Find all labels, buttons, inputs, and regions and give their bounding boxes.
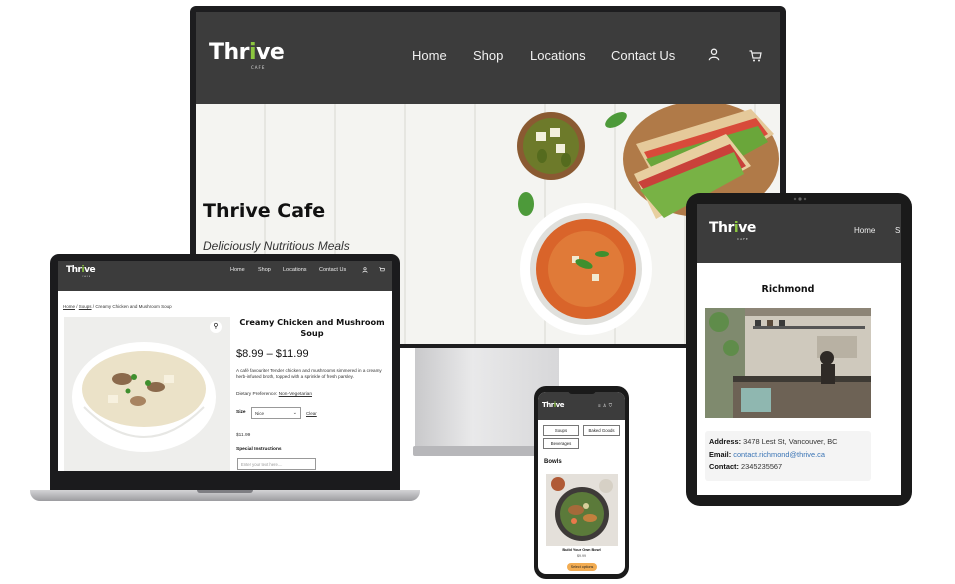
location-info-card: Address: 3478 Lest St, Vancouver, BC Ema… (705, 431, 871, 481)
select-options-button[interactable]: Select options (567, 563, 597, 571)
logo-text: Thr (66, 265, 82, 275)
logo-text: Thr (209, 40, 250, 65)
laptop-screen: Thrive CAFE Home Shop Locations Contact … (58, 261, 392, 471)
site-logo[interactable]: Thrive (209, 40, 285, 65)
size-select[interactable]: Nice ⌄ (251, 407, 301, 419)
size-label: Size (236, 410, 246, 415)
price-range: $8.99 – $11.99 (236, 348, 309, 360)
logo-subtitle: CAFE (251, 65, 266, 70)
logo-text: Thr (709, 220, 734, 236)
product-image[interactable] (546, 474, 618, 546)
laptop-notch (197, 490, 253, 493)
contact-label: Contact: (709, 462, 739, 472)
zoom-icon[interactable]: ⚲ (210, 321, 222, 333)
special-instructions-label: Special Instructions (236, 447, 282, 452)
nav-locations[interactable]: Locations (283, 267, 307, 273)
site-header: Thrive ≡♙⛉ (538, 392, 625, 420)
address-label: Address: (709, 437, 742, 446)
dietary-link[interactable]: Non-Vegetarian (279, 392, 312, 397)
hero-subtitle: Deliciously Nutritious Meals (203, 239, 350, 253)
contact-line: Contact: 2345235567 (709, 461, 867, 474)
breadcrumb-current: Creamy Chicken and Mushroom Soup (95, 304, 172, 309)
email-label: Email: (709, 449, 732, 459)
user-icon[interactable] (708, 48, 720, 66)
location-title: Richmond (761, 284, 815, 295)
phone-notch (568, 389, 596, 394)
logo-text-end: ve (555, 401, 565, 409)
product-image[interactable] (64, 317, 230, 471)
cart-icon[interactable] (379, 267, 385, 275)
dietary-preference: Dietary Preference: Non-Vegetarian (236, 392, 312, 397)
logo-text-end: ve (738, 220, 756, 236)
address-line: Address: 3478 Lest St, Vancouver, BC (709, 436, 867, 449)
email-link[interactable]: contact.richmond@thrive.ca (733, 450, 825, 459)
product-description: A café favourite! Tender chicken and mus… (236, 368, 382, 379)
tablet-screen: Thrive CAFE Home S Richmond Address: 347… (697, 204, 901, 495)
header-icons: ≡♙⛉ (598, 403, 614, 409)
email-line: Email: contact.richmond@thrive.ca (709, 449, 867, 462)
nav-contact-us[interactable]: Contact Us (611, 48, 675, 63)
product-title: Creamy Chicken and Mushroom Soup (239, 317, 385, 338)
nav-home[interactable]: Home (412, 48, 447, 63)
site-header: Thrive CAFE Home S (697, 204, 901, 263)
cart-icon[interactable] (749, 49, 762, 67)
breadcrumb-home[interactable]: Home (63, 304, 75, 309)
special-instructions-input[interactable]: Enter your text here.... (237, 458, 316, 470)
tablet-camera (793, 197, 807, 201)
nav-shop[interactable]: Shop (258, 267, 271, 273)
hero-title: Thrive Cafe (203, 200, 326, 222)
soup-bowl-image (72, 342, 216, 452)
site-logo[interactable]: Thrive (709, 220, 756, 236)
logo-subtitle: CAFE (737, 237, 749, 241)
section-title: Bowls (544, 459, 562, 465)
nav-locations[interactable]: Locations (530, 48, 586, 63)
clear-link[interactable]: Clear (306, 411, 317, 416)
category-chip-beverages[interactable]: Beverages (543, 438, 579, 449)
product-price: $9.99 (577, 554, 586, 558)
selected-price: $11.99 (236, 433, 251, 438)
logo-subtitle: CAFE (82, 276, 92, 278)
nav-contact-us[interactable]: Contact Us (319, 267, 346, 273)
dietary-label: Dietary Preference: (236, 392, 278, 397)
address-value: 3478 Lest St, Vancouver, BC (743, 437, 838, 446)
cafe-interior-image (705, 308, 871, 418)
logo-text-end: ve (256, 40, 285, 65)
cafe-photo (705, 308, 871, 418)
breadcrumb: Home / Soups / Creamy Chicken and Mushro… (63, 304, 172, 309)
nav-home[interactable]: Home (230, 267, 245, 273)
site-header: Thrive CAFE Home Shop Locations Contact … (58, 261, 392, 291)
category-chip-baked-goods[interactable]: Baked Goods (583, 425, 620, 436)
logo-text-end: ve (84, 265, 96, 275)
breadcrumb-soups[interactable]: Soups (79, 304, 92, 309)
device-mockup-stage: Thrive CAFE Home Shop Locations Contact … (0, 0, 955, 584)
product-name[interactable]: Build Your Own Bowl (538, 548, 625, 552)
site-logo[interactable]: Thrive (66, 265, 96, 275)
logo-text: Thr (542, 401, 554, 409)
site-header: Thrive CAFE Home Shop Locations Contact … (196, 12, 780, 104)
user-icon[interactable] (362, 267, 368, 275)
phone-screen: Thrive ≡♙⛉ Soups Baked Goods Beverages B… (538, 392, 625, 574)
chevron-down-icon: ⌄ (292, 410, 297, 416)
size-select-value: Nice (255, 411, 265, 416)
nav-shop[interactable]: Shop (473, 48, 503, 63)
category-chip-soups[interactable]: Soups (543, 425, 579, 436)
site-logo[interactable]: Thrive (542, 401, 564, 409)
bowl-photo (546, 474, 618, 546)
nav-home[interactable]: Home (854, 226, 875, 235)
contact-value: 2345235567 (741, 462, 783, 472)
nav-shop-partial[interactable]: S (895, 226, 900, 235)
cart-icon[interactable]: ⛉ (609, 403, 614, 408)
